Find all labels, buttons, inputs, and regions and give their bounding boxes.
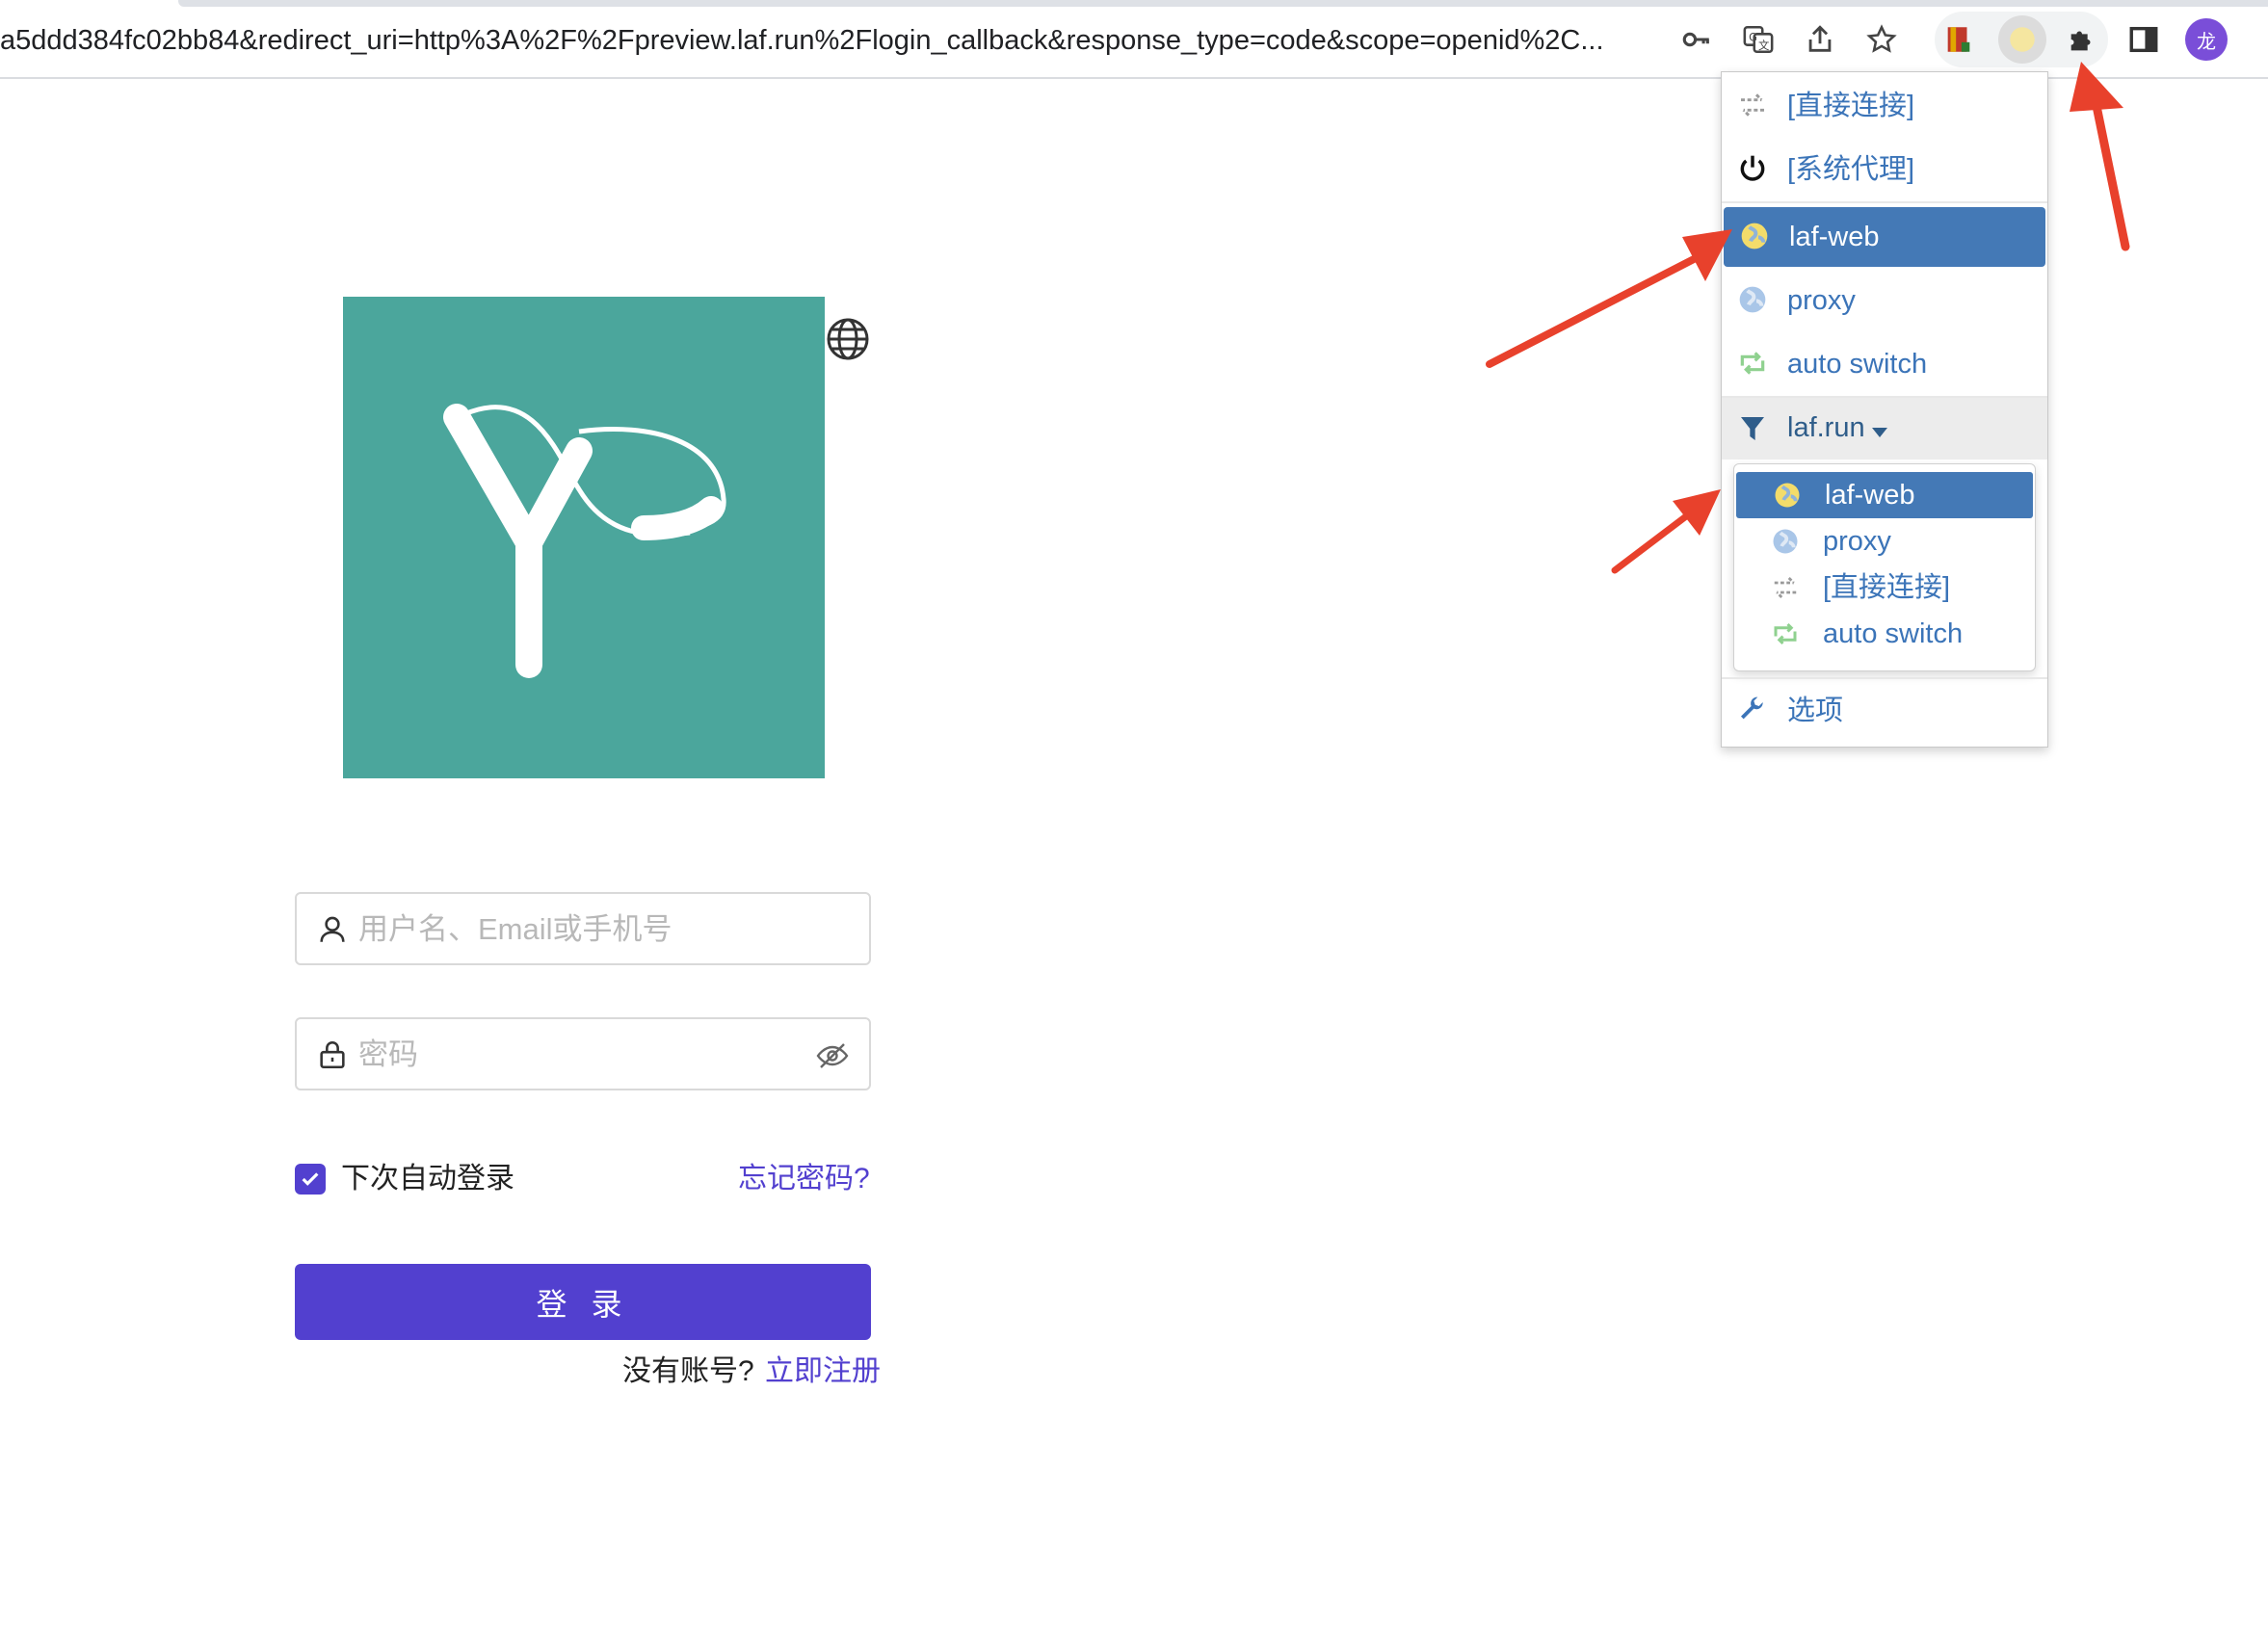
profile-avatar[interactable]: 龙 — [2185, 18, 2228, 61]
login-button[interactable]: 登 录 — [295, 1264, 871, 1340]
sidepanel-icon[interactable] — [2123, 19, 2164, 60]
language-globe-icon[interactable] — [825, 316, 871, 362]
puzzle-icon[interactable] — [2062, 19, 2102, 60]
menu-item-laf-web[interactable]: laf-web — [1724, 207, 2045, 267]
auto-switch-icon — [1737, 348, 1768, 379]
menu-item-options[interactable]: 选项 — [1722, 681, 2047, 741]
no-account-text: 没有账号? — [622, 1355, 754, 1387]
proxy-switch-menu: [直接连接] [系统代理] laf-web proxy auto switch … — [1721, 71, 2048, 748]
globe-icon — [1737, 284, 1768, 315]
forgot-password-link[interactable]: 忘记密码? — [738, 1160, 870, 1198]
menu-item-system-proxy[interactable]: [系统代理] — [1722, 140, 2047, 199]
translate-icon[interactable]: G文 — [1738, 19, 1779, 60]
username-field — [295, 892, 871, 965]
submenu-item-direct[interactable]: [直接连接] — [1734, 565, 2035, 611]
signup-link[interactable]: 立即注册 — [765, 1352, 881, 1391]
submenu-item-proxy[interactable]: proxy — [1734, 518, 2035, 565]
tab-strip-edge — [178, 0, 2268, 7]
submenu-item-auto-switch[interactable]: auto switch — [1734, 611, 2035, 657]
menu-item-direct[interactable]: [直接连接] — [1722, 76, 2047, 136]
remember-label[interactable]: 下次自动登录 — [341, 1160, 514, 1198]
password-input[interactable] — [356, 1027, 794, 1083]
arrow-to-submenu-laf-web — [1611, 489, 1721, 574]
svg-text:文: 文 — [1758, 39, 1769, 52]
condition-submenu: laf-web proxy [直接连接] auto switch — [1733, 463, 2036, 671]
menu-divider — [1722, 201, 2047, 203]
remember-checkbox[interactable] — [295, 1164, 326, 1195]
globe-icon — [1739, 221, 1770, 251]
extension-proxy-icon[interactable] — [1998, 15, 2046, 64]
arrow-to-puzzle — [2070, 62, 2130, 251]
globe-icon — [1773, 481, 1802, 510]
username-input[interactable] — [356, 902, 794, 958]
lock-icon — [316, 1038, 349, 1071]
user-icon — [316, 913, 349, 946]
filter-icon — [1737, 413, 1768, 449]
auto-switch-icon — [1771, 619, 1800, 648]
extension-book-icon[interactable] — [1938, 19, 1979, 60]
address-bar-url[interactable]: a5ddd384fc02bb84&redirect_uri=http%3A%2F… — [0, 21, 1657, 60]
caret-down-icon — [1872, 425, 1887, 442]
submenu-item-laf-web[interactable]: laf-web — [1736, 472, 2033, 518]
browser-toolbar: a5ddd384fc02bb84&redirect_uri=http%3A%2F… — [0, 0, 2268, 79]
wrench-icon — [1737, 695, 1768, 725]
star-icon[interactable] — [1861, 19, 1902, 60]
direct-connect-icon — [1771, 573, 1800, 602]
app-logo — [343, 297, 825, 778]
menu-divider — [1722, 677, 2047, 679]
arrow-to-laf-web — [1486, 229, 1732, 368]
svg-text:G: G — [1749, 30, 1757, 43]
condition-laf-run[interactable]: laf.run — [1722, 398, 2047, 460]
globe-icon — [1771, 527, 1800, 556]
key-icon[interactable] — [1676, 19, 1717, 60]
password-field — [295, 1017, 871, 1090]
direct-connect-icon — [1737, 90, 1768, 120]
check-icon — [302, 1172, 319, 1186]
eye-hidden-icon[interactable] — [815, 1038, 850, 1073]
menu-item-proxy[interactable]: proxy — [1722, 271, 2047, 330]
share-icon[interactable] — [1800, 19, 1840, 60]
menu-item-auto-switch[interactable]: auto switch — [1722, 334, 2047, 394]
power-icon — [1737, 153, 1768, 184]
